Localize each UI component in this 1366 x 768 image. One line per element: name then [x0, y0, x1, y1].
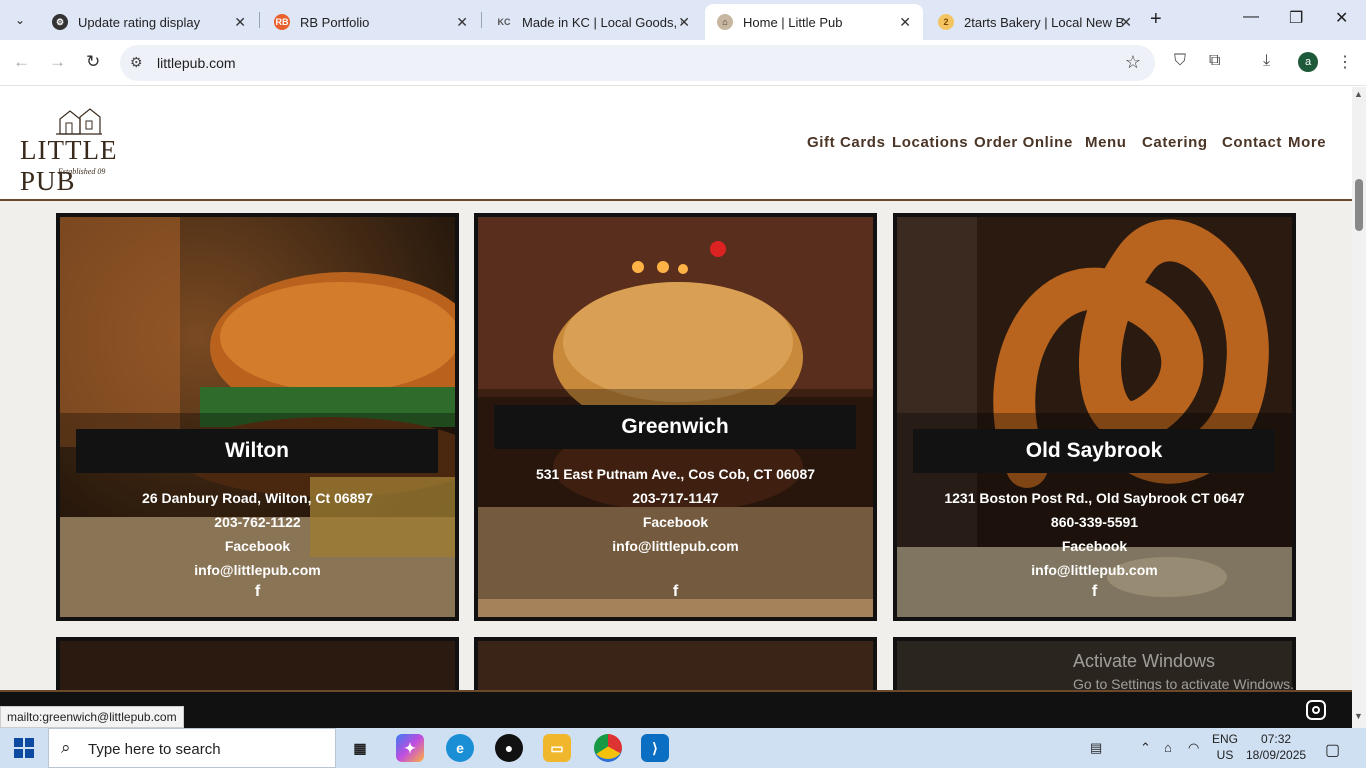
- email-link[interactable]: info@littlepub.com: [60, 562, 455, 578]
- news-icon[interactable]: ▤: [1090, 740, 1102, 756]
- restore-button[interactable]: ❐: [1289, 8, 1303, 28]
- tab-search-button[interactable]: ⌄: [6, 6, 34, 34]
- scroll-up-icon[interactable]: ▲: [1354, 89, 1363, 99]
- littlepub-icon: ⌂: [717, 14, 733, 30]
- location-name: Old Saybrook: [913, 429, 1275, 473]
- close-window-button[interactable]: ✕: [1335, 8, 1348, 28]
- vscode-icon[interactable]: ⟩: [641, 734, 669, 762]
- kc-icon: KC: [497, 17, 511, 27]
- location-name: Greenwich: [494, 405, 856, 449]
- facebook-icon[interactable]: f: [60, 583, 455, 601]
- new-tab-button[interactable]: +: [1150, 8, 1162, 31]
- tab-little-pub[interactable]: ⌂ Home | Little Pub ✕: [705, 4, 923, 40]
- tab-update-rating[interactable]: ⚙ Update rating display ✕: [40, 4, 258, 40]
- location-card-old-saybrook: Old Saybrook 1231 Boston Post Rd., Old S…: [893, 213, 1296, 621]
- extensions-icon[interactable]: ⧉: [1209, 52, 1220, 70]
- site-header: LITTLE PUB Established 09 Gift Cards Loc…: [0, 87, 1352, 201]
- file-explorer-icon[interactable]: ▭: [543, 734, 571, 762]
- network-icon[interactable]: ⌂: [1164, 740, 1172, 755]
- search-icon: ⌕: [61, 738, 71, 757]
- facebook-link[interactable]: Facebook: [897, 538, 1292, 554]
- reload-icon[interactable]: ↻: [86, 52, 100, 72]
- facebook-icon[interactable]: f: [897, 583, 1292, 601]
- nav-catering[interactable]: Catering: [1142, 134, 1208, 151]
- tab-rb-portfolio[interactable]: RB RB Portfolio ✕: [262, 4, 480, 40]
- location-card-wilton: Wilton 26 Danbury Road, Wilton, Ct 06897…: [56, 213, 459, 621]
- location-address: 26 Danbury Road, Wilton, Ct 06897: [142, 490, 373, 506]
- facebook-icon[interactable]: f: [478, 583, 873, 601]
- scroll-thumb[interactable]: [1355, 179, 1363, 231]
- taskbar-search[interactable]: ⌕ Type here to search: [48, 728, 336, 768]
- barn-icon: [56, 108, 102, 135]
- scroll-down-icon[interactable]: ▼: [1354, 711, 1363, 721]
- copilot-icon[interactable]: ✦: [396, 734, 424, 762]
- site-logo[interactable]: LITTLE PUB Established 09: [20, 107, 146, 196]
- system-clock[interactable]: 07:32 18/09/2025: [1246, 731, 1306, 763]
- close-tab-icon[interactable]: ✕: [456, 14, 468, 31]
- location-name: Wilton: [76, 429, 438, 473]
- location-address: 1231 Boston Post Rd., Old Saybrook CT 06…: [944, 490, 1245, 506]
- page-scrollbar[interactable]: ▲ ▼: [1352, 87, 1366, 728]
- notification-icon[interactable]: ▢: [1325, 740, 1340, 760]
- edge-icon[interactable]: e: [446, 734, 474, 762]
- bakery-icon: 2: [938, 14, 954, 30]
- location-phone[interactable]: 203-717-1147: [478, 490, 873, 506]
- shield-icon[interactable]: ⛉: [1174, 52, 1186, 70]
- browser-toolbar: ← → ↻ ⚙ littlepub.com ☆ ⛉ ⧉ ⤓ ⋮: [0, 40, 1366, 86]
- activate-windows-title: Activate Windows: [1073, 651, 1216, 671]
- forward-icon[interactable]: →: [49, 52, 66, 72]
- facebook-link[interactable]: Facebook: [60, 538, 455, 554]
- tab-2tarts-bakery[interactable]: 2 2tarts Bakery | Local New Br ✕: [926, 4, 1144, 40]
- nav-menu[interactable]: Menu: [1085, 134, 1127, 151]
- nav-contact[interactable]: Contact: [1222, 134, 1282, 151]
- site-info-icon[interactable]: ⚙: [130, 54, 143, 71]
- close-tab-icon[interactable]: ✕: [1120, 14, 1132, 31]
- email-link[interactable]: info@littlepub.com: [897, 562, 1292, 578]
- location-card-partial: [474, 637, 877, 690]
- close-tab-icon[interactable]: ✕: [899, 14, 911, 31]
- chrome-icon[interactable]: [594, 734, 622, 762]
- download-icon[interactable]: ⤓: [1263, 52, 1270, 70]
- location-phone[interactable]: 203-762-1122: [60, 514, 455, 530]
- tab-made-in-kc[interactable]: KC Made in KC | Local Goods, G ✕: [484, 4, 702, 40]
- wifi-icon[interactable]: ◠: [1188, 740, 1199, 756]
- profile-avatar[interactable]: a: [1298, 52, 1318, 72]
- minimize-button[interactable]: —: [1243, 8, 1259, 26]
- back-icon[interactable]: ←: [13, 52, 30, 72]
- location-card-partial: [56, 637, 459, 690]
- nav-locations[interactable]: Locations: [892, 134, 968, 151]
- taskbar: ⌕ Type here to search ▦ ✦ e ● ▭ ⟩ ▤ ⌃ ⌂ …: [0, 728, 1366, 768]
- close-tab-icon[interactable]: ✕: [678, 14, 690, 31]
- bookmark-star-icon[interactable]: ☆: [1125, 52, 1141, 73]
- location-address: 531 East Putnam Ave., Cos Cob, CT 06087: [535, 466, 816, 482]
- app-leaf-icon[interactable]: ●: [495, 734, 523, 762]
- nav-order-online[interactable]: Order Online: [974, 134, 1073, 151]
- nav-gift-cards[interactable]: Gift Cards: [807, 134, 886, 151]
- web-page: LITTLE PUB Established 09 Gift Cards Loc…: [0, 87, 1352, 690]
- rb-icon: RB: [274, 14, 290, 30]
- tab-strip: ⌄ ⚙ Update rating display ✕ RB RB Portfo…: [0, 0, 1366, 40]
- instagram-icon[interactable]: [1306, 700, 1326, 720]
- address-bar[interactable]: ⚙ littlepub.com ☆: [120, 45, 1155, 81]
- facebook-link[interactable]: Facebook: [478, 514, 873, 530]
- location-phone[interactable]: 860-339-5591: [897, 514, 1292, 530]
- windows-start-icon[interactable]: [14, 738, 34, 758]
- location-card-greenwich: Greenwich 531 East Putnam Ave., Cos Cob,…: [474, 213, 877, 621]
- task-view-icon[interactable]: ▦: [346, 734, 374, 762]
- language-indicator[interactable]: ENG US: [1212, 731, 1238, 763]
- site-footer-bar: [0, 690, 1352, 728]
- chevron-up-icon[interactable]: ⌃: [1140, 740, 1151, 756]
- nav-more[interactable]: More: [1288, 134, 1326, 151]
- close-tab-icon[interactable]: ✕: [234, 14, 246, 31]
- status-bar-link: mailto:greenwich@littlepub.com: [0, 706, 184, 728]
- menu-icon[interactable]: ⋮: [1337, 52, 1353, 72]
- email-link[interactable]: info@littlepub.com: [478, 538, 873, 554]
- gear-icon: ⚙: [52, 14, 68, 30]
